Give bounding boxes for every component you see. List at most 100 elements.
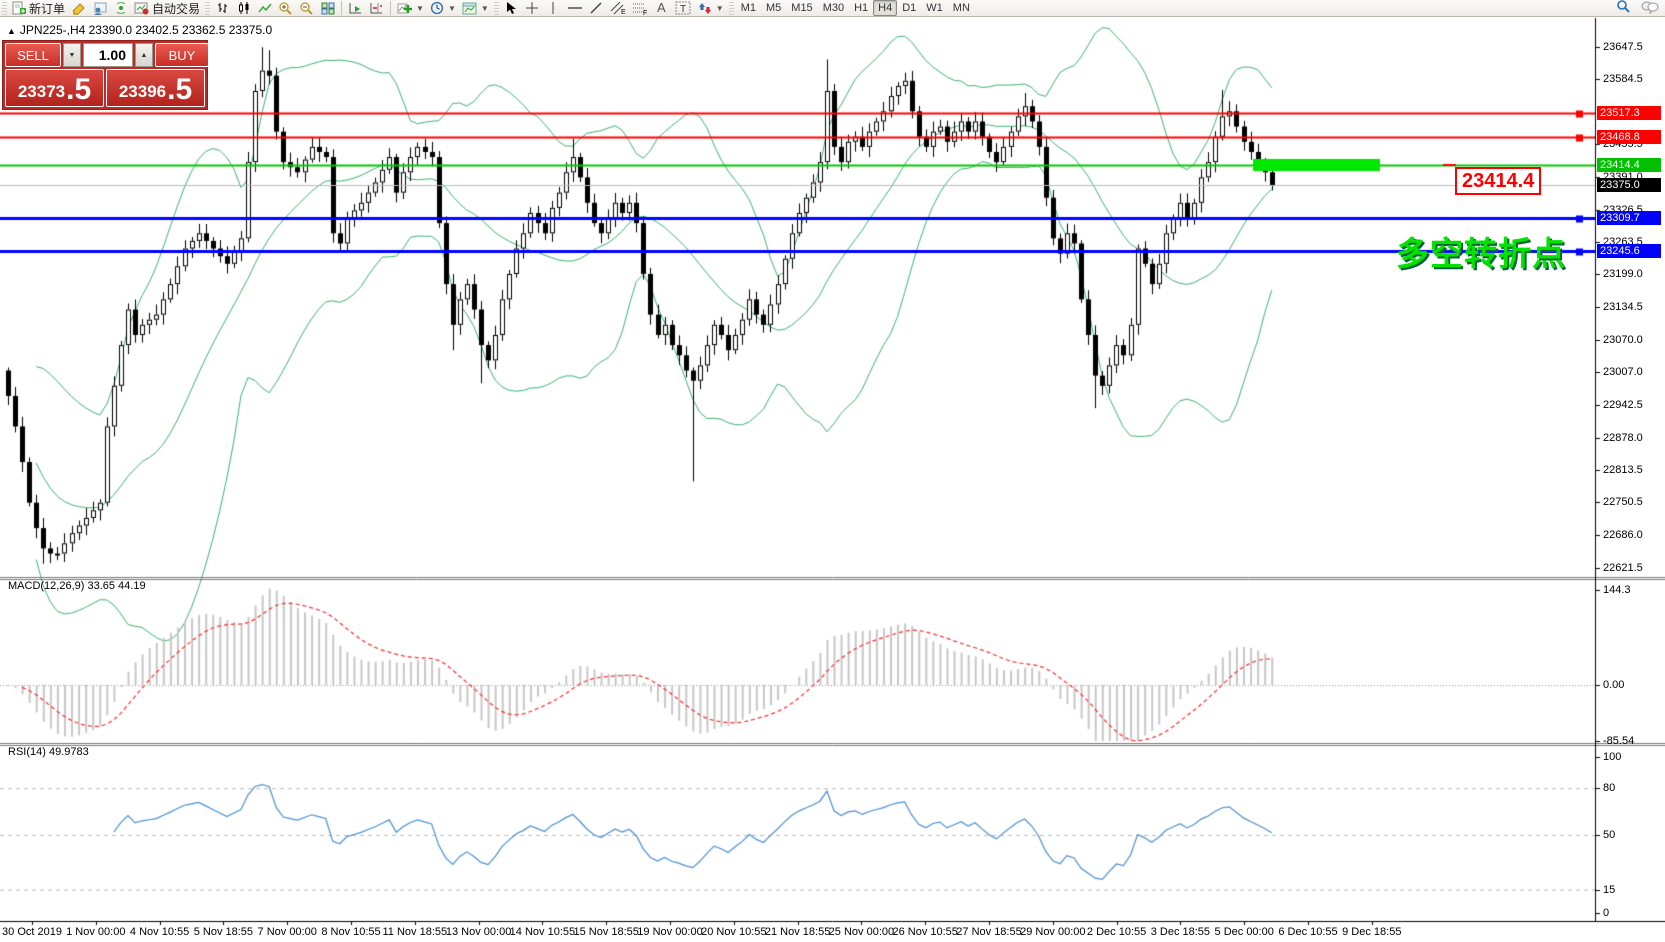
new-order-icon bbox=[12, 1, 26, 15]
collapse-arrow-icon[interactable]: ▲ bbox=[7, 26, 16, 36]
equidistant-channel-button[interactable]: E bbox=[607, 0, 629, 16]
periods-button[interactable]: ▼ bbox=[427, 0, 459, 16]
date-tick-label: 8 Nov 10:55 bbox=[321, 926, 380, 938]
date-tick-label: 6 Dec 10:55 bbox=[1278, 926, 1337, 938]
crosshair-button[interactable] bbox=[522, 0, 543, 16]
price-tick-label: 22621.5 bbox=[1603, 562, 1643, 574]
search-icon[interactable] bbox=[1616, 0, 1631, 17]
profile-icon bbox=[93, 2, 107, 15]
buy-price-main: 23396 bbox=[119, 79, 166, 105]
price-tick-label: 23007.0 bbox=[1603, 366, 1643, 378]
text-button[interactable]: A bbox=[651, 0, 672, 16]
date-tick-label: 20 Nov 10:55 bbox=[701, 926, 766, 938]
horizontal-line-button[interactable] bbox=[564, 0, 586, 16]
timeframe-button-m15[interactable]: M15 bbox=[786, 0, 817, 16]
chevron-down-icon: ▼ bbox=[481, 4, 489, 13]
indicators-icon bbox=[397, 2, 412, 15]
toolbar-separator bbox=[390, 1, 391, 15]
symbol-header: ▲JPN225-,H4 23390.0 23402.5 23362.5 2337… bbox=[7, 23, 272, 37]
toolbar-separator bbox=[341, 1, 342, 15]
price-tag-annotation[interactable]: 23414.4 bbox=[1455, 167, 1541, 195]
toolbar-drag-handle[interactable] bbox=[205, 2, 210, 15]
arrows-icon bbox=[697, 2, 712, 15]
zoom-in-button[interactable] bbox=[275, 0, 296, 16]
price-level-label: 23468.8 bbox=[1597, 130, 1661, 144]
signals-button[interactable] bbox=[110, 0, 131, 16]
auto-scroll-button[interactable] bbox=[345, 0, 366, 16]
turning-point-text[interactable]: 多空转折点 bbox=[1396, 227, 1566, 275]
tile-windows-icon bbox=[321, 2, 335, 15]
auto-trading-button[interactable]: 自动交易 bbox=[131, 0, 203, 16]
sell-price-main: 23373 bbox=[18, 79, 65, 105]
volume-increase-button[interactable]: ▲ bbox=[135, 43, 153, 67]
price-level-label: 23309.7 bbox=[1597, 211, 1661, 225]
buy-price[interactable]: 23396 .5 bbox=[106, 69, 205, 107]
fibonacci-button[interactable]: F bbox=[629, 0, 651, 16]
rsi-axis-label: 0 bbox=[1603, 907, 1609, 919]
date-tick-label: 4 Nov 10:55 bbox=[130, 926, 189, 938]
sell-price[interactable]: 23373 .5 bbox=[5, 69, 104, 107]
timeframe-button-m5[interactable]: M5 bbox=[761, 0, 786, 16]
svg-text:T: T bbox=[680, 4, 686, 15]
date-tick-label: 2 Dec 10:55 bbox=[1087, 926, 1146, 938]
timeframe-button-m1[interactable]: M1 bbox=[736, 0, 761, 16]
trendline-button[interactable] bbox=[586, 0, 607, 16]
macd-label: MACD(12,26,9) 33.65 44.19 bbox=[8, 580, 146, 592]
macd-axis-label: -85.54 bbox=[1603, 735, 1634, 747]
rsi-axis-label: 100 bbox=[1603, 751, 1621, 763]
candlestick-chart-button[interactable] bbox=[233, 0, 254, 16]
cursor-icon bbox=[505, 1, 517, 15]
price-tick-label: 22813.5 bbox=[1603, 464, 1643, 476]
bar-chart-button[interactable] bbox=[212, 0, 233, 16]
price-tick-label: 23070.0 bbox=[1603, 334, 1643, 346]
toolbar-drag-handle[interactable] bbox=[2, 2, 7, 15]
timeframe-button-h4[interactable]: H4 bbox=[873, 0, 897, 16]
zoom-out-icon bbox=[299, 1, 314, 16]
signals-icon bbox=[114, 1, 128, 15]
volume-input[interactable] bbox=[83, 43, 133, 67]
styles-button[interactable] bbox=[68, 0, 89, 16]
indicators-button[interactable]: ▼ bbox=[394, 0, 427, 16]
trendline-icon bbox=[589, 1, 603, 15]
chart-shift-button[interactable] bbox=[366, 0, 387, 16]
rsi-axis-label: 50 bbox=[1603, 829, 1615, 841]
timeframe-button-mn[interactable]: MN bbox=[948, 0, 975, 16]
vertical-line-button[interactable] bbox=[543, 0, 564, 16]
timeframe-button-m30[interactable]: M30 bbox=[818, 0, 849, 16]
profile-button[interactable] bbox=[89, 0, 110, 16]
timeframe-toolbar: M1M5M15M30H1H4D1W1MN bbox=[736, 0, 975, 16]
zoom-out-button[interactable] bbox=[296, 0, 317, 16]
timeframe-button-h1[interactable]: H1 bbox=[849, 0, 873, 16]
vertical-line-icon bbox=[548, 1, 558, 15]
date-tick-label: 3 Dec 18:55 bbox=[1151, 926, 1210, 938]
date-tick-label: 7 Nov 00:00 bbox=[258, 926, 317, 938]
toolbar: 新订单 自动交易 bbox=[0, 0, 1665, 17]
arrows-button[interactable]: ▼ bbox=[694, 0, 727, 16]
volume-decrease-button[interactable]: ▼ bbox=[63, 43, 81, 67]
date-tick-label: 19 Nov 00:00 bbox=[637, 926, 702, 938]
buy-price-pips: .5 bbox=[167, 75, 192, 105]
chart-canvas[interactable] bbox=[0, 17, 1665, 942]
date-tick-label: 13 Nov 00:00 bbox=[446, 926, 511, 938]
text-icon: A bbox=[657, 2, 666, 14]
price-tick-label: 23134.5 bbox=[1603, 301, 1643, 313]
text-label-button[interactable]: T bbox=[672, 0, 694, 16]
timeframe-button-d1[interactable]: D1 bbox=[897, 0, 921, 16]
templates-button[interactable]: ▼ bbox=[459, 0, 492, 16]
price-level-label: 23414.4 bbox=[1597, 158, 1661, 172]
line-chart-button[interactable] bbox=[254, 0, 275, 16]
timeframe-button-w1[interactable]: W1 bbox=[921, 0, 948, 16]
zoom-in-icon bbox=[278, 1, 293, 16]
cursor-button[interactable] bbox=[501, 0, 522, 16]
price-level-label: 23517.3 bbox=[1597, 106, 1661, 120]
toolbar-drag-handle[interactable] bbox=[729, 2, 734, 15]
toolbar-drag-handle[interactable] bbox=[494, 2, 499, 15]
chat-icon[interactable] bbox=[1641, 0, 1659, 17]
date-tick-label: 5 Dec 00:00 bbox=[1215, 926, 1274, 938]
macd-axis-label: 0.00 bbox=[1603, 679, 1624, 691]
buy-button[interactable]: BUY bbox=[155, 43, 209, 67]
one-click-trading-panel: SELL ▼ ▲ BUY 23373 .5 23396 .5 bbox=[2, 40, 208, 110]
tile-windows-button[interactable] bbox=[317, 0, 338, 16]
sell-button[interactable]: SELL bbox=[5, 43, 61, 67]
new-order-button[interactable]: 新订单 bbox=[9, 0, 68, 16]
